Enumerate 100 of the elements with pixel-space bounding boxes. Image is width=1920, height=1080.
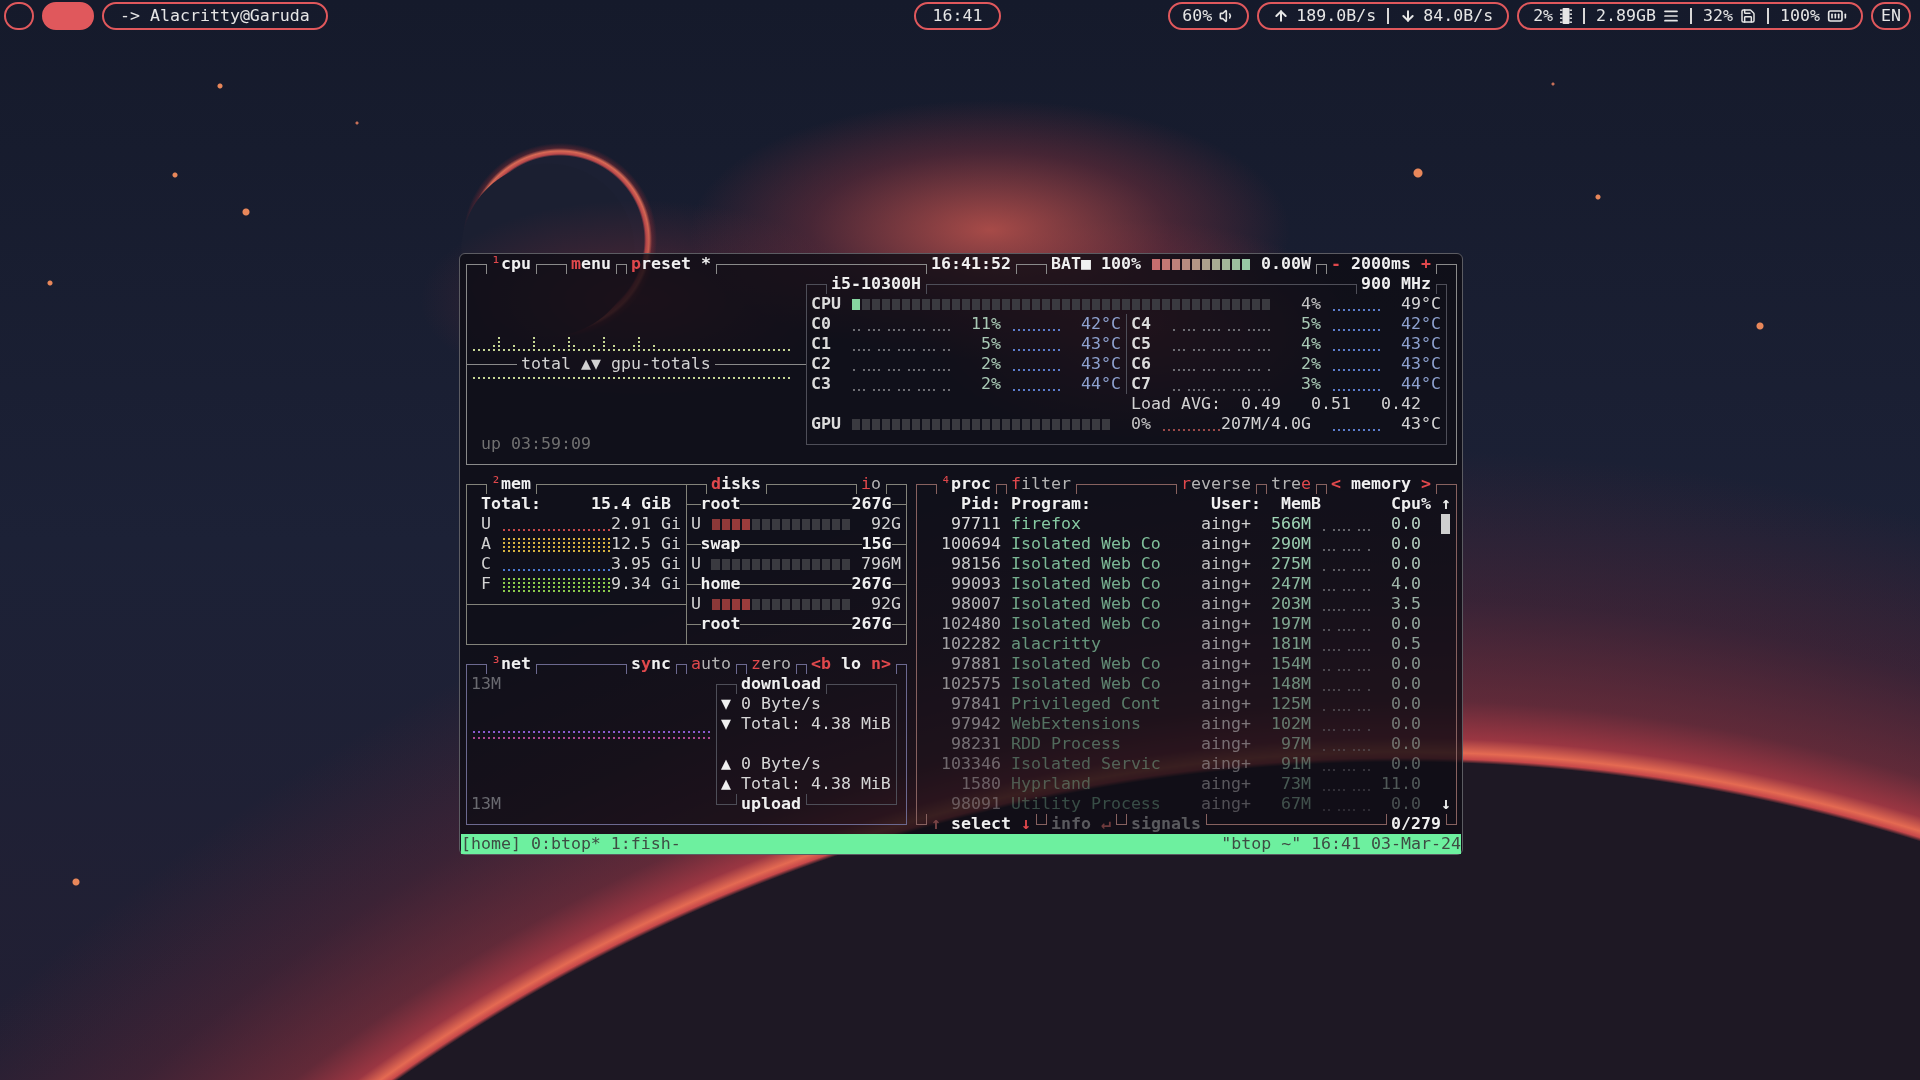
reverse-toggle[interactable]: reverse — [1181, 474, 1251, 494]
clock: 16:41 — [913, 2, 1002, 30]
scroll-up-arrow[interactable]: ↑ — [1441, 494, 1451, 514]
tree-toggle[interactable]: tree — [1271, 474, 1311, 494]
disk-used-value: 92G — [871, 594, 901, 614]
preset-button[interactable]: preset * — [631, 254, 711, 274]
next-sort-button[interactable]: > — [1421, 474, 1431, 494]
process-count: 0/279 — [1391, 814, 1441, 834]
memory-stat-value: 3.95 Gi — [611, 554, 681, 574]
process-memory: 67M — [1281, 794, 1311, 814]
panel-title: ³net — [491, 654, 531, 674]
workspace-indicator[interactable] — [42, 2, 94, 30]
process-cpu: 0.0 — [1391, 514, 1421, 534]
process-name[interactable]: Isolated Web Co — [1011, 554, 1161, 574]
process-memory: 290M — [1271, 534, 1311, 554]
process-id: 102480 — [941, 614, 1001, 634]
decrease-interval-button[interactable]: - — [1331, 254, 1341, 274]
panel-title: ⁴proc — [941, 474, 991, 494]
process-id: 1580 — [961, 774, 1001, 794]
previous-sort-button[interactable]: < — [1331, 474, 1341, 494]
core-percent: 3% — [1301, 374, 1321, 394]
previous-interface-button[interactable]: <b — [811, 654, 831, 674]
process-cpu: 0.0 — [1391, 754, 1421, 774]
core-label: C4 — [1131, 314, 1151, 334]
process-name[interactable]: Isolated Web Co — [1011, 574, 1161, 594]
cpu-model: i5-10300H — [831, 274, 921, 294]
core-temperature: 43°C — [1081, 334, 1121, 354]
battery-level: 100% — [1780, 6, 1820, 26]
process-user: aing+ — [1201, 714, 1251, 734]
process-id: 98091 — [951, 794, 1001, 814]
select-down-key[interactable]: ↓ — [1021, 814, 1031, 834]
toggle-button[interactable]: auto — [691, 654, 731, 674]
disk-used-label: U — [691, 514, 701, 534]
increase-interval-button[interactable]: + — [1421, 254, 1431, 274]
process-name[interactable]: RDD Process — [1011, 734, 1121, 754]
process-user: aing+ — [1201, 554, 1251, 574]
io-toggle[interactable]: io — [861, 474, 881, 494]
process-memory: 91M — [1281, 754, 1311, 774]
menu-button[interactable]: menu — [571, 254, 611, 274]
scrollbar-thumb[interactable] — [1441, 514, 1450, 534]
toggle-button[interactable]: sync — [631, 654, 671, 674]
download-arrow: ▼ — [721, 714, 731, 734]
process-id: 103346 — [941, 754, 1001, 774]
column-header: User: — [1211, 494, 1261, 514]
process-memory: 566M — [1271, 514, 1311, 534]
next-interface-button[interactable]: n> — [871, 654, 891, 674]
process-user: aing+ — [1201, 794, 1251, 814]
process-id: 99093 — [951, 574, 1001, 594]
column-header: Pid: — [961, 494, 1001, 514]
column-header: Program: — [1011, 494, 1091, 514]
process-id: 97881 — [951, 654, 1001, 674]
gpu-label: GPU — [811, 414, 841, 434]
cpu-frequency: 900 MHz — [1361, 274, 1431, 294]
process-user: aing+ — [1201, 634, 1251, 654]
workspace-indicator[interactable] — [4, 2, 34, 30]
load-average-value: 0.42 — [1381, 394, 1421, 414]
process-name[interactable]: Isolated Web Co — [1011, 594, 1161, 614]
core-label: C3 — [811, 374, 831, 394]
download-arrow: ▼ — [721, 694, 731, 714]
process-id: 97711 — [951, 514, 1001, 534]
core-label: C0 — [811, 314, 831, 334]
process-name[interactable]: Isolated Web Co — [1011, 674, 1161, 694]
process-user: aing+ — [1201, 694, 1251, 714]
core-temperature: 42°C — [1401, 314, 1441, 334]
download-stat: 0 Byte/s — [741, 694, 821, 714]
total-memory-label: Total: — [481, 494, 541, 514]
upload-stat: Total: 4.38 MiB — [741, 774, 891, 794]
process-memory: 154M — [1271, 654, 1311, 674]
process-memory: 102M — [1271, 714, 1311, 734]
process-memory: 181M — [1271, 634, 1311, 654]
process-name[interactable]: Isolated Web Co — [1011, 654, 1161, 674]
core-label: C6 — [1131, 354, 1151, 374]
select-button[interactable]: select — [951, 814, 1011, 834]
process-user: aing+ — [1201, 594, 1251, 614]
process-memory: 73M — [1281, 774, 1311, 794]
process-memory: 247M — [1271, 574, 1311, 594]
process-user: aing+ — [1201, 774, 1251, 794]
scroll-down-arrow[interactable]: ↓ — [1441, 794, 1451, 814]
volume-percent: 60% — [1182, 6, 1213, 26]
process-name[interactable]: firefox — [1011, 514, 1081, 534]
interface-name: lo — [841, 654, 861, 674]
uptime: up 03:59:09 — [481, 434, 591, 454]
total-memory-value: 15.4 GiB — [591, 494, 671, 514]
disk-used-value: 796M — [861, 554, 901, 574]
process-name[interactable]: alacritty — [1011, 634, 1101, 654]
core-percent: 2% — [1301, 354, 1321, 374]
process-name[interactable]: WebExtensions — [1011, 714, 1141, 734]
process-cpu: 0.0 — [1391, 554, 1421, 574]
filter-button[interactable]: filter — [1011, 474, 1071, 494]
cpu-temperature: 49°C — [1401, 294, 1441, 314]
process-name[interactable]: Isolated Web Co — [1011, 534, 1161, 554]
process-name[interactable]: Privileged Cont — [1011, 694, 1161, 714]
process-cpu: 0.0 — [1391, 614, 1421, 634]
download-title: download — [741, 674, 821, 694]
core-percent: 4% — [1301, 334, 1321, 354]
toggle-button[interactable]: zero — [751, 654, 791, 674]
process-name[interactable]: Isolated Web Co — [1011, 614, 1161, 634]
disk-size: 267G — [851, 494, 892, 514]
memory-stat-label: F — [481, 574, 491, 594]
core-temperature: 43°C — [1401, 334, 1441, 354]
